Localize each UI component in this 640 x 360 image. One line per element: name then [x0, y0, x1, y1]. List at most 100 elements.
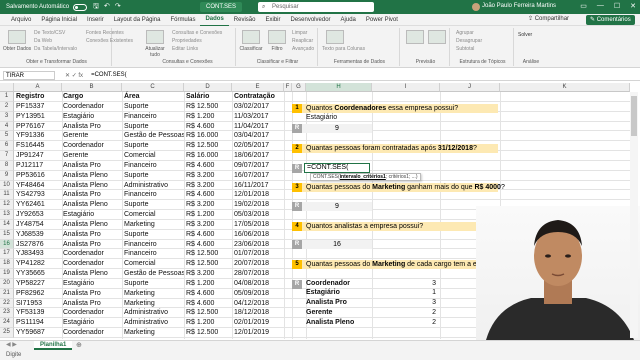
- table-cell[interactable]: Suporte: [124, 172, 149, 179]
- breakdown-value[interactable]: 1: [400, 289, 436, 296]
- column-header-d[interactable]: D: [184, 83, 232, 92]
- table-cell[interactable]: Analista Pleno: [63, 201, 108, 208]
- table-cell[interactable]: R$ 3.200: [186, 172, 214, 179]
- table-cell[interactable]: 05/09/2018: [234, 290, 269, 297]
- save-icon[interactable]: 🖫: [93, 2, 99, 13]
- avatar[interactable]: [472, 3, 480, 11]
- row-header[interactable]: 16: [0, 239, 14, 250]
- autosave-toggle[interactable]: [73, 3, 88, 11]
- table-header-cell[interactable]: Registro: [16, 93, 44, 100]
- row-header[interactable]: 4: [0, 121, 14, 132]
- answer-cell[interactable]: 9: [302, 124, 372, 133]
- table-cell[interactable]: Gerente: [63, 132, 88, 139]
- tab-ajuda[interactable]: Ajuda: [336, 14, 361, 26]
- table-cell[interactable]: YP41282: [16, 260, 45, 267]
- table-cell[interactable]: Analista Pro: [63, 241, 101, 248]
- table-cell[interactable]: Comercial: [124, 260, 156, 267]
- table-cell[interactable]: 02/01/2019: [234, 319, 269, 326]
- table-cell[interactable]: Suporte: [124, 142, 149, 149]
- table-cell[interactable]: Financeiro: [124, 162, 157, 169]
- table-header-cell[interactable]: Área: [124, 93, 140, 100]
- table-cell[interactable]: R$ 1.200: [186, 113, 214, 120]
- tab-exibir[interactable]: Exibir: [260, 14, 285, 26]
- table-cell[interactable]: JP91247: [16, 152, 44, 159]
- table-cell[interactable]: Financeiro: [124, 113, 157, 120]
- table-cell[interactable]: Coordenador: [63, 309, 104, 316]
- table-cell[interactable]: 16/07/2017: [234, 172, 269, 179]
- breakdown-value[interactable]: 3: [400, 280, 436, 287]
- ribbon-item[interactable]: Fontes Recentes: [86, 30, 124, 36]
- table-cell[interactable]: Analista Pro: [63, 300, 101, 307]
- vertical-scrollbar[interactable]: [630, 92, 638, 338]
- table-header-cell[interactable]: Cargo: [63, 93, 83, 100]
- table-cell[interactable]: Gestão de Pessoas: [124, 132, 185, 139]
- table-cell[interactable]: Coordenador: [63, 103, 104, 110]
- table-cell[interactable]: Analista Pro: [63, 123, 101, 130]
- table-cell[interactable]: Estagiário: [63, 211, 94, 218]
- table-cell[interactable]: R$ 4.600: [186, 231, 214, 238]
- table-cell[interactable]: R$ 3.200: [186, 221, 214, 228]
- table-cell[interactable]: Gestão de Pessoas: [124, 270, 185, 277]
- table-cell[interactable]: 19/02/2018: [234, 201, 269, 208]
- table-cell[interactable]: 01/07/2018: [234, 250, 269, 257]
- add-sheet-icon[interactable]: ⊕: [76, 341, 82, 349]
- table-cell[interactable]: R$ 3.200: [186, 201, 214, 208]
- row-header[interactable]: 10: [0, 180, 14, 191]
- table-cell[interactable]: PS11194: [16, 319, 44, 326]
- row-header[interactable]: 14: [0, 219, 14, 230]
- row-header[interactable]: 20: [0, 278, 14, 289]
- table-cell[interactable]: FS16445: [16, 142, 44, 149]
- table-cell[interactable]: YY35665: [16, 270, 45, 277]
- table-cell[interactable]: Coordenador: [63, 260, 104, 267]
- answer-cell[interactable]: 9: [302, 202, 372, 211]
- table-cell[interactable]: Financeiro: [124, 250, 157, 257]
- table-cell[interactable]: R$ 16.000: [186, 152, 218, 159]
- column-header-g[interactable]: G: [292, 83, 306, 92]
- ribbon-display-icon[interactable]: ▭: [580, 2, 587, 10]
- undo-icon[interactable]: ↶: [104, 2, 110, 13]
- table-cell[interactable]: PY13951: [16, 113, 45, 120]
- table-cell[interactable]: R$ 4.600: [186, 123, 214, 130]
- table-cell[interactable]: 12/01/2019: [234, 329, 269, 336]
- active-cell-editor[interactable]: =CONT.SES(: [304, 163, 370, 173]
- ribbon-item[interactable]: Propriedades: [172, 38, 202, 44]
- question-text[interactable]: Quantos Coordenadores essa empresa possu…: [302, 104, 498, 113]
- breakdown-value[interactable]: 2: [400, 319, 436, 326]
- ribbon-item[interactable]: Da Web: [34, 38, 52, 44]
- tooltip-current-arg[interactable]: intervalo_critérios1: [340, 174, 386, 180]
- table-cell[interactable]: PP53616: [16, 172, 45, 179]
- forecast-sheet-icon[interactable]: [428, 30, 446, 44]
- table-cell[interactable]: Suporte: [124, 123, 149, 130]
- table-cell[interactable]: 05/03/2018: [234, 211, 269, 218]
- table-cell[interactable]: PP76167: [16, 123, 45, 130]
- table-cell[interactable]: 03/04/2017: [234, 132, 269, 139]
- breakdown-value[interactable]: 2: [400, 309, 436, 316]
- tab-formulas[interactable]: Fórmulas: [165, 14, 200, 26]
- table-cell[interactable]: Marketing: [124, 290, 155, 297]
- table-cell[interactable]: Analista Pleno: [63, 270, 108, 277]
- ribbon-item[interactable]: Limpar: [292, 30, 307, 36]
- table-cell[interactable]: Suporte: [124, 103, 149, 110]
- ribbon-item[interactable]: Reaplicar: [292, 38, 313, 44]
- row-header[interactable]: 12: [0, 200, 14, 211]
- table-cell[interactable]: YY59687: [16, 329, 45, 336]
- row-header[interactable]: 9: [0, 170, 14, 181]
- breakdown-label[interactable]: Analista Pro: [306, 299, 347, 306]
- table-cell[interactable]: 04/08/2018: [234, 280, 269, 287]
- breakdown-label[interactable]: Analista Pleno: [306, 319, 354, 326]
- row-header[interactable]: 3: [0, 111, 14, 122]
- table-cell[interactable]: YF91336: [16, 132, 44, 139]
- function-tooltip[interactable]: CONT.SES(intervalo_critérios1; critérios…: [310, 173, 421, 181]
- table-cell[interactable]: Comercial: [124, 152, 156, 159]
- table-cell[interactable]: 11/04/2017: [234, 123, 269, 130]
- table-cell[interactable]: R$ 1.200: [186, 211, 214, 218]
- table-cell[interactable]: 23/06/2018: [234, 241, 269, 248]
- table-cell[interactable]: 04/12/2018: [234, 300, 269, 307]
- table-header-cell[interactable]: Salário: [186, 93, 209, 100]
- solver-button[interactable]: Solver: [518, 32, 532, 38]
- ribbon-item[interactable]: Avançado: [292, 46, 314, 52]
- maximize-icon[interactable]: ☐: [614, 2, 620, 10]
- name-box[interactable]: TIRAR: [3, 70, 55, 80]
- row-header[interactable]: 17: [0, 249, 14, 260]
- table-cell[interactable]: Analista Pleno: [63, 221, 108, 228]
